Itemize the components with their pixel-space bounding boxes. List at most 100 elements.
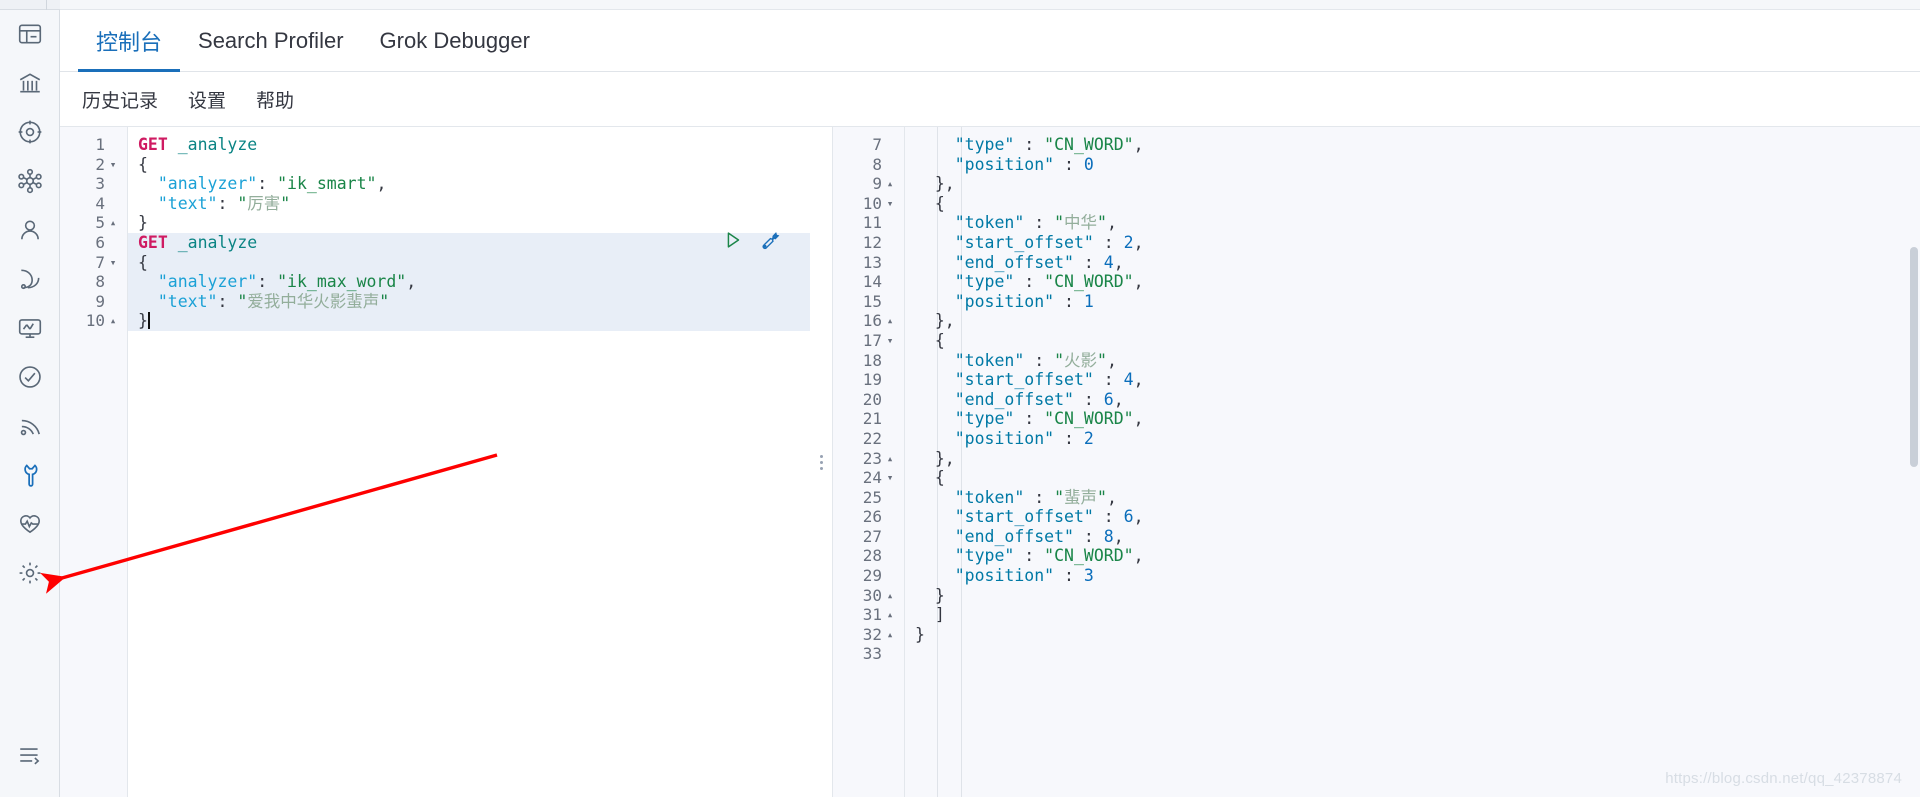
line-number: 8 (95, 272, 105, 292)
line-number: 30 ▴ (833, 586, 898, 606)
fold-expand-icon[interactable]: ▴ (884, 174, 896, 194)
window-top-strip (60, 0, 1920, 10)
line-number: 2 ▾ (60, 155, 121, 175)
monitor-icon[interactable] (8, 306, 52, 350)
code-line[interactable]: "end_offset" : 4, (905, 253, 1920, 273)
code-line[interactable]: }, (905, 449, 1920, 469)
code-line[interactable]: "end_offset" : 6, (905, 390, 1920, 410)
code-line[interactable]: } (128, 213, 810, 233)
fold-expand-icon[interactable]: ▴ (884, 605, 896, 625)
code-line[interactable]: "type" : "CN_WORD", (905, 135, 1920, 155)
user-icon[interactable] (8, 208, 52, 252)
bank-icon[interactable] (8, 61, 52, 105)
fold-collapse-icon[interactable]: ▾ (884, 194, 896, 214)
code-line[interactable]: "token" : "中华", (905, 213, 1920, 233)
response-code-area[interactable]: "type" : "CN_WORD", "position" : 0 }, { … (905, 127, 1920, 797)
code-token: "type" (915, 272, 1015, 292)
submenu-item-settings[interactable]: 设置 (188, 86, 226, 113)
fold-expand-icon[interactable]: ▴ (107, 213, 119, 233)
fold-collapse-icon[interactable]: ▾ (107, 253, 119, 273)
code-line[interactable]: { (905, 331, 1920, 351)
code-line[interactable]: { (128, 252, 810, 273)
tab-grok-debugger[interactable]: Grok Debugger (362, 10, 548, 71)
code-token: ] (915, 605, 945, 625)
code-token: }, (915, 174, 955, 194)
line-number: 21 (862, 409, 882, 429)
code-token: } (915, 624, 925, 644)
code-token: "position" (915, 291, 1055, 311)
submenu-item-help[interactable]: 帮助 (256, 86, 294, 113)
code-line[interactable]: "position" : 2 (905, 429, 1920, 449)
code-line[interactable]: "text": "厉害" (128, 194, 810, 214)
handle-dot (819, 460, 823, 464)
code-line[interactable] (905, 644, 1920, 664)
code-token: : (1054, 428, 1084, 448)
fold-expand-icon[interactable]: ▴ (884, 625, 896, 645)
code-line[interactable]: GET _analyze (128, 232, 810, 253)
code-line[interactable]: "analyzer": "ik_max_word", (128, 272, 810, 292)
code-line[interactable]: } (905, 625, 1920, 645)
code-line[interactable]: "start_offset" : 4, (905, 370, 1920, 390)
code-line[interactable]: "type" : "CN_WORD", (905, 546, 1920, 566)
gear-icon[interactable] (8, 551, 52, 595)
code-line[interactable]: "token" : "蜚声", (905, 488, 1920, 508)
heartbeat-icon[interactable] (8, 502, 52, 546)
code-line[interactable]: } (128, 311, 810, 331)
fold-expand-icon[interactable]: ▴ (884, 311, 896, 331)
code-line[interactable]: }, (905, 311, 1920, 331)
tab-search-profiler[interactable]: Search Profiler (180, 10, 362, 71)
request-code-area[interactable]: GET _analyze{ "analyzer": "ik_smart", "t… (128, 127, 810, 797)
code-line[interactable]: "start_offset" : 6, (905, 507, 1920, 527)
code-line[interactable]: "position" : 0 (905, 155, 1920, 175)
code-line[interactable]: "position" : 1 (905, 292, 1920, 312)
code-line[interactable]: "type" : "CN_WORD", (905, 409, 1920, 429)
code-token: , (1133, 232, 1144, 252)
wrench-icon[interactable] (8, 453, 52, 497)
code-line[interactable]: "analyzer": "ik_smart", (128, 174, 810, 194)
code-token: 蜚声 (1064, 487, 1098, 507)
code-line[interactable]: "type" : "CN_WORD", (905, 272, 1920, 292)
code-line[interactable]: { (905, 194, 1920, 214)
code-token: " (1097, 350, 1107, 370)
code-token: "CN_WORD" (1044, 272, 1134, 292)
logstash-icon[interactable] (8, 257, 52, 301)
dashboard-icon[interactable] (8, 12, 52, 56)
fold-expand-icon[interactable]: ▴ (884, 586, 896, 606)
collapse-icon[interactable] (8, 733, 52, 777)
fold-collapse-icon[interactable]: ▾ (884, 468, 896, 488)
code-line[interactable]: } (905, 586, 1920, 606)
response-pane[interactable]: 7 8 9 ▴ 10 ▾ 11 12 13 14 15 16 ▴ 17 ▾ 18 19 20 21 22 23 ▴ 24 ▾ 2… (832, 127, 1920, 797)
submenu-item-history[interactable]: 历史记录 (82, 86, 158, 113)
fold-expand-icon[interactable]: ▴ (884, 449, 896, 469)
code-line[interactable]: ] (905, 605, 1920, 625)
pane-resizer[interactable] (810, 127, 832, 797)
line-number: 26 (862, 507, 882, 527)
code-line[interactable]: "position" : 3 (905, 566, 1920, 586)
security-icon[interactable] (8, 355, 52, 399)
response-scrollbar[interactable] (1910, 247, 1918, 467)
code-token: "end_offset" (915, 389, 1074, 409)
code-token: { (915, 330, 945, 350)
code-line[interactable]: "end_offset" : 8, (905, 527, 1920, 547)
graph-icon[interactable] (8, 159, 52, 203)
tab-console[interactable]: 控制台 (78, 10, 181, 72)
code-token: , (1113, 389, 1124, 409)
code-line[interactable]: GET _analyze (128, 135, 810, 155)
location-icon[interactable] (8, 110, 52, 154)
code-line[interactable]: "start_offset" : 2, (905, 233, 1920, 253)
run-request-button[interactable] (722, 229, 744, 251)
code-line[interactable]: "text": "爱我中华火影蜚声" (128, 291, 810, 312)
fold-expand-icon[interactable]: ▴ (107, 311, 119, 331)
wrench-menu-button[interactable] (758, 229, 780, 251)
code-line[interactable]: "token" : "火影", (905, 351, 1920, 371)
fold-collapse-icon[interactable]: ▾ (884, 331, 896, 351)
apm-icon[interactable] (8, 404, 52, 448)
global-nav-rail (0, 0, 60, 797)
request-editor-pane[interactable]: 1 2 ▾ 3 4 5 ▴ 6 7 ▾ 8 9 10 ▴ GET _analyz… (60, 127, 810, 797)
fold-collapse-icon[interactable]: ▾ (107, 155, 119, 175)
code-line[interactable]: { (128, 155, 810, 175)
pane-drag-handle[interactable] (815, 449, 827, 475)
code-token: { (915, 193, 945, 213)
code-line[interactable]: { (905, 468, 1920, 488)
code-line[interactable]: }, (905, 174, 1920, 194)
